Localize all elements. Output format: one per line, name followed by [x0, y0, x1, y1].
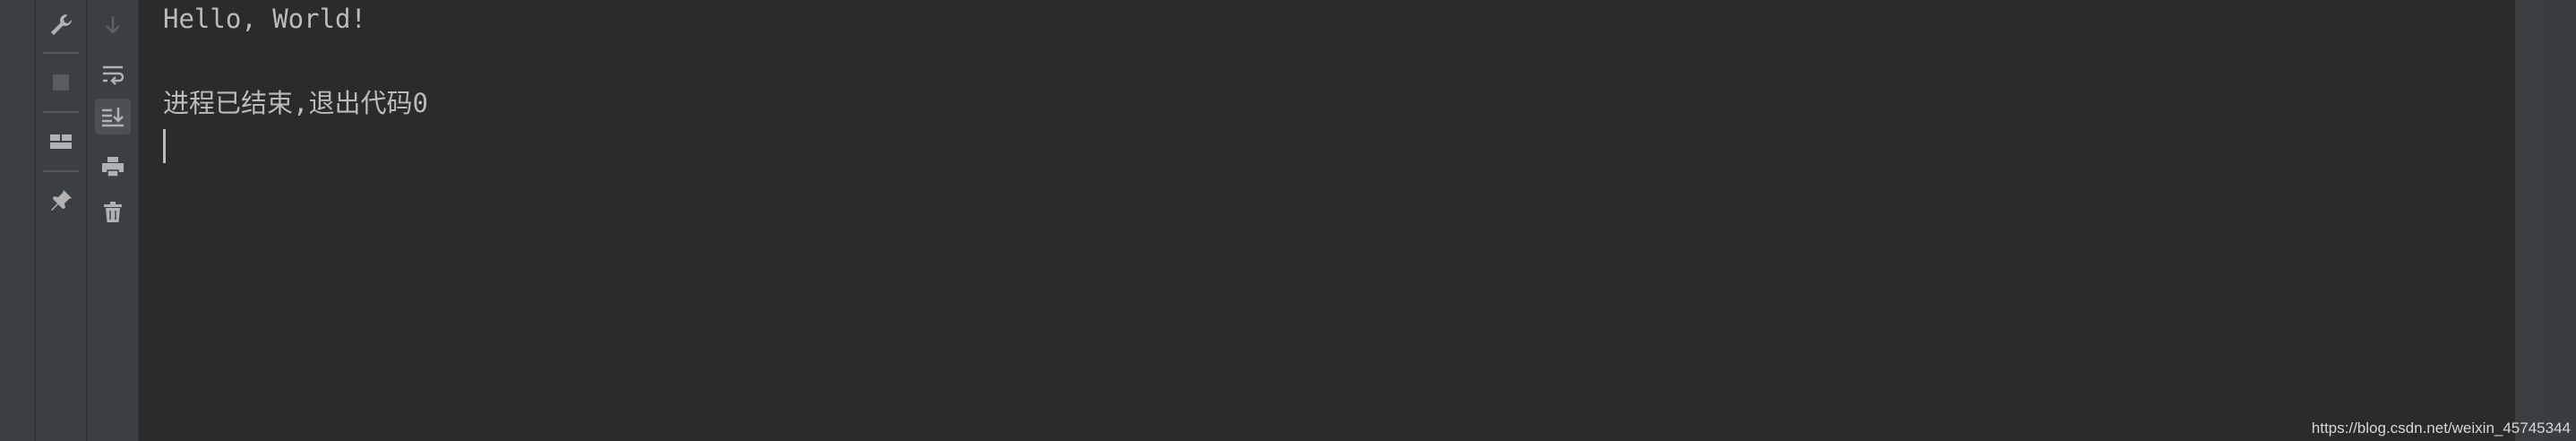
stop-icon[interactable] — [43, 65, 79, 100]
toolbar-separator — [43, 52, 79, 54]
text-caret — [163, 129, 166, 163]
soft-wrap-icon[interactable] — [95, 56, 131, 91]
run-toolbar-secondary — [88, 0, 139, 441]
console-line: Hello, World! — [163, 4, 366, 34]
wrench-icon[interactable] — [43, 7, 79, 43]
toolbar-separator — [43, 111, 79, 113]
run-toolbar-primary — [36, 0, 88, 441]
toolbar-separator — [43, 170, 79, 172]
right-edge-strip — [2540, 0, 2576, 441]
console-output[interactable]: Hello, World! 进程已结束,退出代码0 — [140, 0, 2515, 441]
pin-icon[interactable] — [43, 183, 79, 219]
print-icon[interactable] — [95, 149, 131, 185]
left-edge-strip — [0, 0, 36, 441]
watermark: https://blog.csdn.net/weixin_45745344 — [2311, 419, 2571, 437]
scroll-to-end-icon[interactable] — [95, 99, 131, 134]
arrow-down-icon[interactable] — [95, 7, 131, 43]
console-line: 进程已结束,退出代码0 — [163, 88, 428, 118]
vertical-scrollbar[interactable] — [2515, 0, 2540, 441]
layout-icon[interactable] — [43, 124, 79, 160]
trash-icon[interactable] — [95, 194, 131, 229]
